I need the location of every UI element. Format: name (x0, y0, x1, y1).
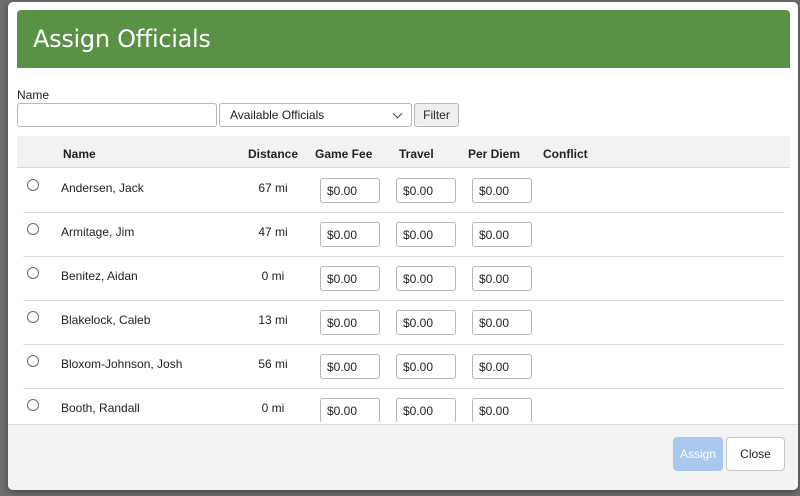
header-per-diem: Per Diem (468, 147, 521, 161)
per-diem-input[interactable] (472, 354, 532, 379)
name-filter-label: Name (17, 88, 50, 102)
official-distance: 47 mi (258, 225, 288, 239)
header-distance: Distance (248, 147, 299, 161)
modal-title: Assign Officials (33, 25, 211, 53)
game-fee-input[interactable] (320, 310, 380, 335)
official-distance: 67 mi (258, 181, 288, 195)
close-button[interactable]: Close (726, 437, 785, 471)
table-header: Name Distance Game Fee Travel Per Diem C… (17, 136, 790, 168)
select-official-radio[interactable] (27, 179, 39, 191)
filter-button[interactable]: Filter (414, 103, 459, 127)
officials-status-selected: Available Officials (230, 108, 325, 122)
select-official-radio[interactable] (27, 399, 39, 411)
travel-input[interactable] (396, 354, 456, 379)
travel-input[interactable] (396, 398, 456, 422)
official-distance: 0 mi (261, 269, 285, 283)
travel-input[interactable] (396, 266, 456, 291)
game-fee-input[interactable] (320, 178, 380, 203)
game-fee-input[interactable] (320, 266, 380, 291)
official-name: Andersen, Jack (61, 181, 144, 195)
official-name: Armitage, Jim (61, 225, 135, 239)
header-name: Name (63, 147, 96, 161)
official-name: Blakelock, Caleb (61, 313, 151, 327)
assign-button[interactable]: Assign (673, 437, 723, 471)
chevron-down-icon (392, 108, 403, 118)
per-diem-input[interactable] (472, 266, 532, 291)
modal-header: Assign Officials (17, 10, 790, 68)
official-name: Benitez, Aidan (61, 269, 138, 283)
header-conflict: Conflict (543, 147, 588, 161)
travel-input[interactable] (396, 310, 456, 335)
select-official-radio[interactable] (27, 267, 39, 279)
officials-status-select[interactable]: Available Officials (219, 103, 412, 127)
per-diem-input[interactable] (472, 310, 532, 335)
table-row: Benitez, Aidan 0 mi (23, 257, 784, 301)
game-fee-input[interactable] (320, 398, 380, 422)
select-official-radio[interactable] (27, 223, 39, 235)
per-diem-input[interactable] (472, 178, 532, 203)
official-name: Bloxom-Johnson, Josh (61, 357, 183, 371)
table-row: Bloxom-Johnson, Josh 56 mi (23, 345, 784, 389)
table-row: Blakelock, Caleb 13 mi (23, 301, 784, 345)
table-row: Booth, Randall 0 mi (23, 389, 784, 422)
travel-input[interactable] (396, 222, 456, 247)
select-official-radio[interactable] (27, 311, 39, 323)
name-search-input[interactable] (17, 103, 217, 127)
modal-footer: Assign Close (8, 424, 798, 490)
header-travel: Travel (399, 147, 434, 161)
per-diem-input[interactable] (472, 222, 532, 247)
official-distance: 56 mi (258, 357, 288, 371)
travel-input[interactable] (396, 178, 456, 203)
official-distance: 13 mi (258, 313, 288, 327)
officials-table: Name Distance Game Fee Travel Per Diem C… (17, 136, 790, 422)
official-name: Booth, Randall (61, 401, 140, 415)
header-game-fee: Game Fee (315, 147, 373, 161)
table-row: Armitage, Jim 47 mi (23, 213, 784, 257)
game-fee-input[interactable] (320, 354, 380, 379)
table-row: Andersen, Jack 67 mi (23, 169, 784, 213)
official-distance: 0 mi (261, 401, 285, 415)
game-fee-input[interactable] (320, 222, 380, 247)
assign-officials-modal: Assign Officials Name Available Official… (8, 2, 798, 490)
select-official-radio[interactable] (27, 355, 39, 367)
per-diem-input[interactable] (472, 398, 532, 422)
